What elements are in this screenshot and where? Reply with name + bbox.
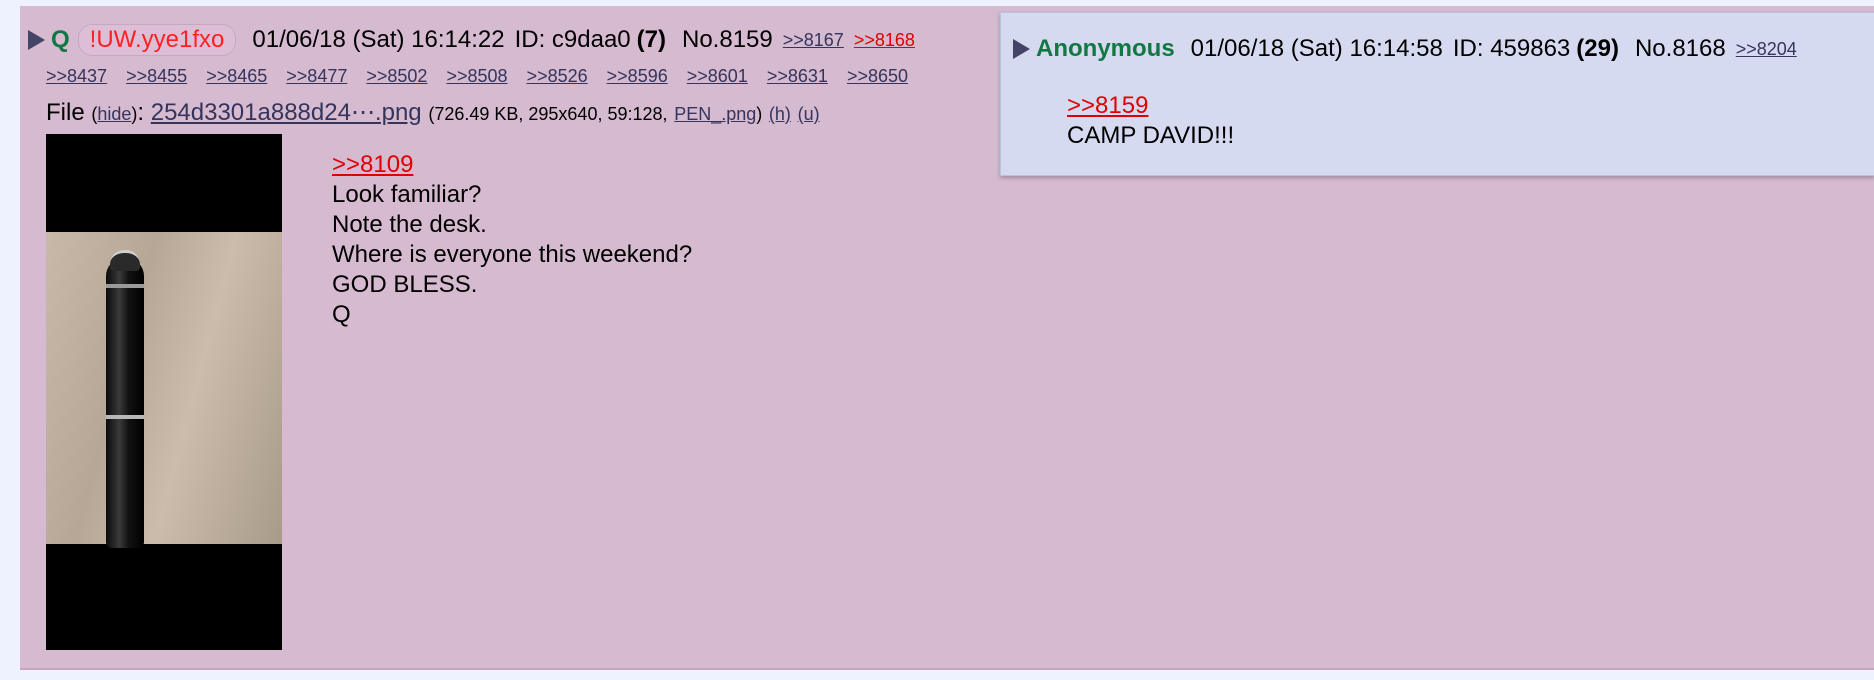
preview-id-count: (29) <box>1576 35 1619 62</box>
file-details-close: ) <box>756 104 763 124</box>
backlink[interactable]: >>8465 <box>206 66 267 86</box>
backlink[interactable]: >>8508 <box>446 66 507 86</box>
poster-id-count: (7) <box>636 26 666 53</box>
file-thumbnail[interactable] <box>46 134 282 650</box>
backlink[interactable]: >>8601 <box>687 66 748 86</box>
backlink[interactable]: >>8526 <box>527 66 588 86</box>
preview-comment: >>8159 CAMP DAVID!!! <box>1067 91 1234 151</box>
page: Q !UW.yye1fxo 01/06/18 (Sat) 16:14:22 ID… <box>0 0 1874 680</box>
backlink[interactable]: >>8650 <box>847 66 908 86</box>
pen-body <box>106 258 144 548</box>
file-h-link[interactable]: (h) <box>769 104 791 124</box>
file-info: File (hide): 254d3301a888d24⋯.png (726.4… <box>46 99 820 126</box>
backlink[interactable]: >>8502 <box>366 66 427 86</box>
hide-paren-close: ) <box>131 104 138 124</box>
file-label: File <box>46 99 85 126</box>
poster-id[interactable]: ID: c9daa0 <box>515 24 631 56</box>
triangle-right-icon[interactable] <box>1013 39 1030 59</box>
tripcode: !UW.yye1fxo <box>77 24 237 56</box>
preview-reply-link-8204[interactable]: >>8204 <box>1736 33 1797 65</box>
file-name-link[interactable]: 254d3301a888d24⋯.png <box>151 99 422 126</box>
file-details: (726.49 KB, 295x640, 59:128, <box>428 104 668 124</box>
comment-line: Where is everyone this weekend? <box>332 241 693 268</box>
poster-name: Q <box>51 26 70 53</box>
comment-line: GOD BLESS. <box>332 271 478 298</box>
file-u-link[interactable]: (u) <box>798 104 820 124</box>
backlink[interactable]: >>8455 <box>126 66 187 86</box>
preview-poster-id[interactable]: ID: 459863 <box>1453 33 1570 65</box>
pen-photo <box>46 232 282 548</box>
quote-link-8109[interactable]: >>8109 <box>332 150 692 180</box>
comment-line: Q <box>332 301 351 328</box>
backlink[interactable]: >>8631 <box>767 66 828 86</box>
preview-post-number[interactable]: No.8168 <box>1635 33 1726 65</box>
pen-cap <box>110 250 140 271</box>
pen-ring <box>106 284 144 288</box>
hover-preview-post-8168: Anonymous 01/06/18 (Sat) 16:14:58 ID: 45… <box>1000 12 1874 176</box>
backlink[interactable]: >>8596 <box>607 66 668 86</box>
post-number[interactable]: No.8159 <box>682 24 773 56</box>
hide-file-link[interactable]: hide <box>97 104 131 124</box>
triangle-right-icon[interactable] <box>28 30 45 50</box>
pen-ring <box>106 415 144 419</box>
preview-datetime: 01/06/18 (Sat) 16:14:58 <box>1190 35 1443 62</box>
backlink[interactable]: >>8437 <box>46 66 107 86</box>
header-reply-link-8168[interactable]: >>8168 <box>854 24 915 56</box>
backlinks: >>8437 >>8455 >>8465 >>8477 >>8502 >>850… <box>46 64 922 88</box>
post-header: Q !UW.yye1fxo 01/06/18 (Sat) 16:14:22 ID… <box>28 24 915 56</box>
preview-poster-name: Anonymous <box>1036 35 1175 62</box>
comment-line: Look familiar? <box>332 181 482 208</box>
post-datetime: 01/06/18 (Sat) 16:14:22 <box>252 26 505 53</box>
header-reply-link-8167[interactable]: >>8167 <box>783 24 844 56</box>
comment-line: Note the desk. <box>332 211 487 238</box>
preview-quote-link-8159[interactable]: >>8159 <box>1067 91 1234 121</box>
original-filename-link[interactable]: PEN_.png <box>674 104 756 124</box>
preview-comment-line: CAMP DAVID!!! <box>1067 122 1235 149</box>
post-comment: >>8109 Look familiar? Note the desk. Whe… <box>332 150 692 330</box>
preview-header: Anonymous 01/06/18 (Sat) 16:14:58 ID: 45… <box>1013 33 1797 65</box>
backlink[interactable]: >>8477 <box>286 66 347 86</box>
